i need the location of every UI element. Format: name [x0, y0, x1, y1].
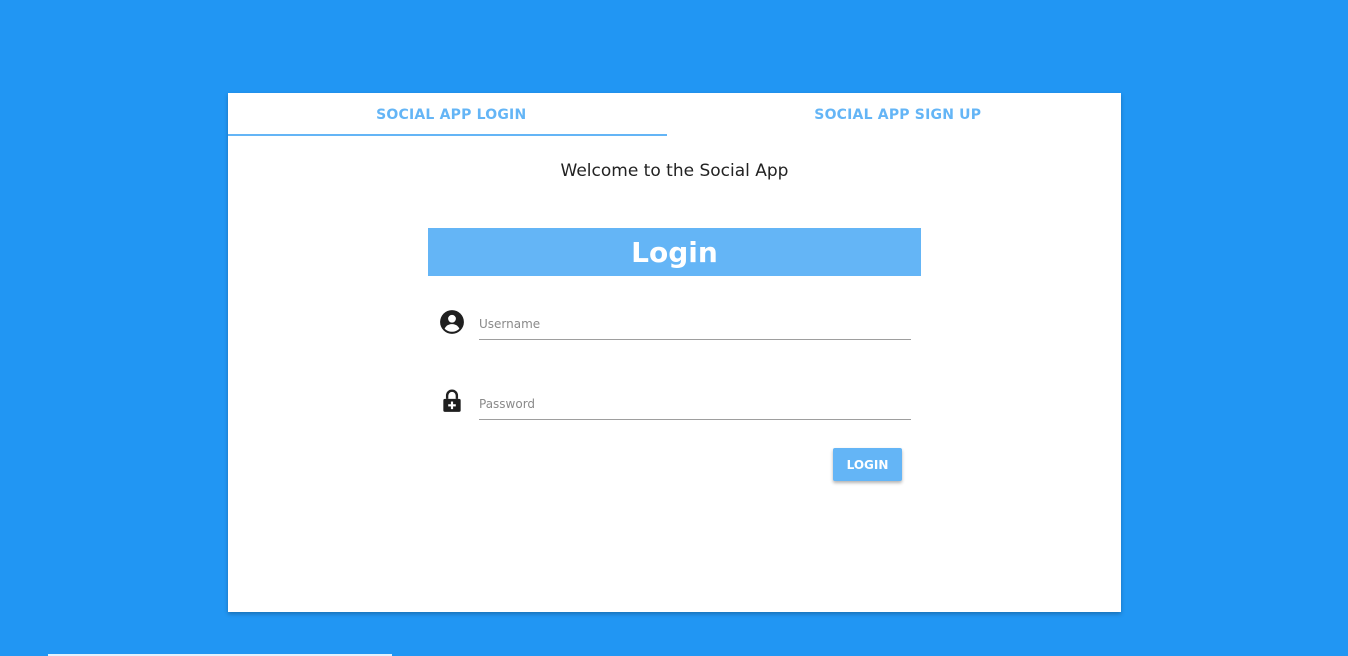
login-title: Login: [428, 228, 921, 276]
tab-bar: SOCIAL APP LOGIN SOCIAL APP SIGN UP: [228, 93, 1121, 137]
tab-signup[interactable]: SOCIAL APP SIGN UP: [675, 93, 1122, 137]
welcome-text: Welcome to the Social App: [560, 161, 789, 181]
lock-plus-icon: [439, 388, 465, 414]
password-field: [479, 389, 911, 420]
username-field: [479, 309, 911, 340]
login-card: SOCIAL APP LOGIN SOCIAL APP SIGN UP Welc…: [228, 93, 1121, 612]
login-button[interactable]: LOGIN: [833, 448, 902, 481]
account-circle-icon: [439, 309, 465, 335]
tab-login[interactable]: SOCIAL APP LOGIN: [228, 93, 675, 137]
username-input[interactable]: [479, 309, 911, 339]
password-input[interactable]: [479, 389, 911, 419]
active-tab-indicator: [228, 134, 667, 136]
